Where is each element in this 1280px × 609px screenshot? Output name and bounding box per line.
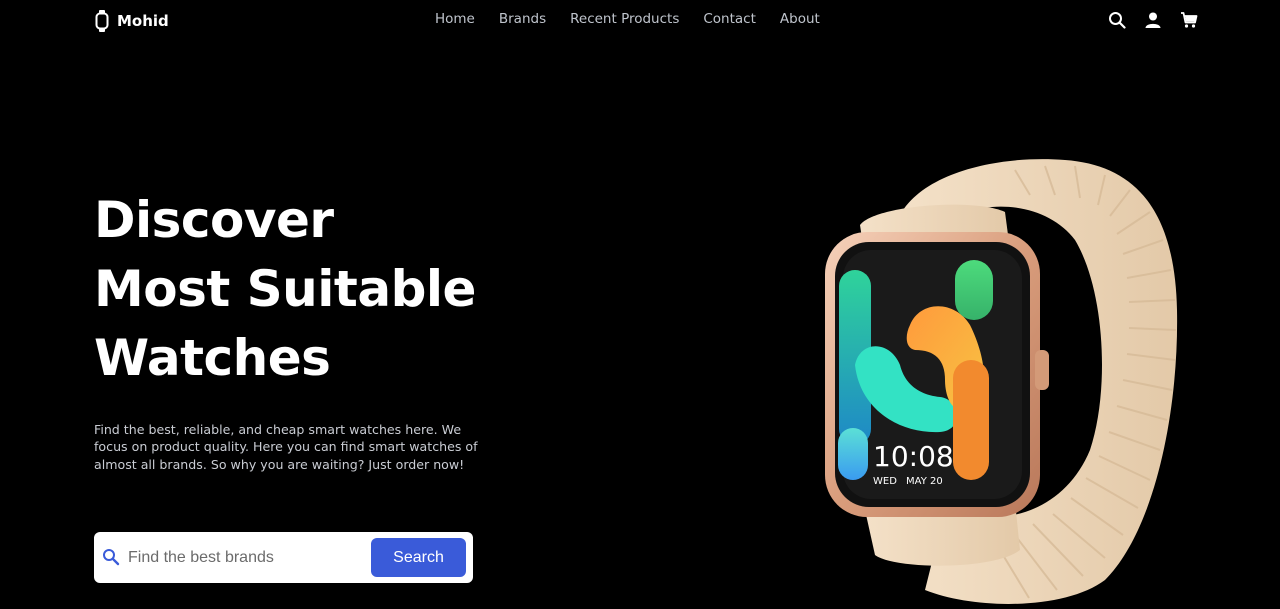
hero-title-line: Watches — [94, 329, 331, 387]
brand-name: Mohid — [117, 12, 169, 30]
nav-icons — [1108, 11, 1198, 29]
brand-logo[interactable]: Mohid — [95, 9, 169, 33]
search-box: Search — [94, 532, 473, 583]
hero-description: Find the best, reliable, and cheap smart… — [94, 422, 478, 472]
search-icon — [103, 549, 120, 566]
nav-link-brands[interactable]: Brands — [499, 11, 546, 27]
hero-title: Discover Most Suitable Watches — [94, 186, 574, 393]
nav-link-contact[interactable]: Contact — [703, 11, 756, 27]
search-input[interactable] — [126, 544, 360, 572]
watch-icon — [95, 10, 109, 32]
search-icon[interactable] — [1108, 11, 1126, 29]
landing-page: Mohid Home Brands Recent Products Contac… — [0, 0, 1280, 609]
nav-link-recent-products[interactable]: Recent Products — [570, 11, 679, 27]
nav-link-about[interactable]: About — [780, 11, 820, 27]
hero-title-line: Discover — [94, 191, 334, 249]
user-icon[interactable] — [1144, 11, 1162, 29]
hero-title-line: Most Suitable — [94, 260, 476, 318]
search-button[interactable]: Search — [371, 538, 466, 577]
navbar: Mohid Home Brands Recent Products Contac… — [0, 0, 1280, 42]
watch-date: MAY 20 — [906, 476, 943, 487]
smartwatch-product-image: 10:08 WED MAY 20 — [825, 159, 1178, 604]
watch-time: 10:08 — [873, 440, 954, 473]
nav-links: Home Brands Recent Products Contact Abou… — [435, 11, 844, 27]
watch-day: WED — [873, 476, 897, 487]
nav-link-home[interactable]: Home — [435, 11, 475, 27]
cart-icon[interactable] — [1180, 11, 1198, 29]
